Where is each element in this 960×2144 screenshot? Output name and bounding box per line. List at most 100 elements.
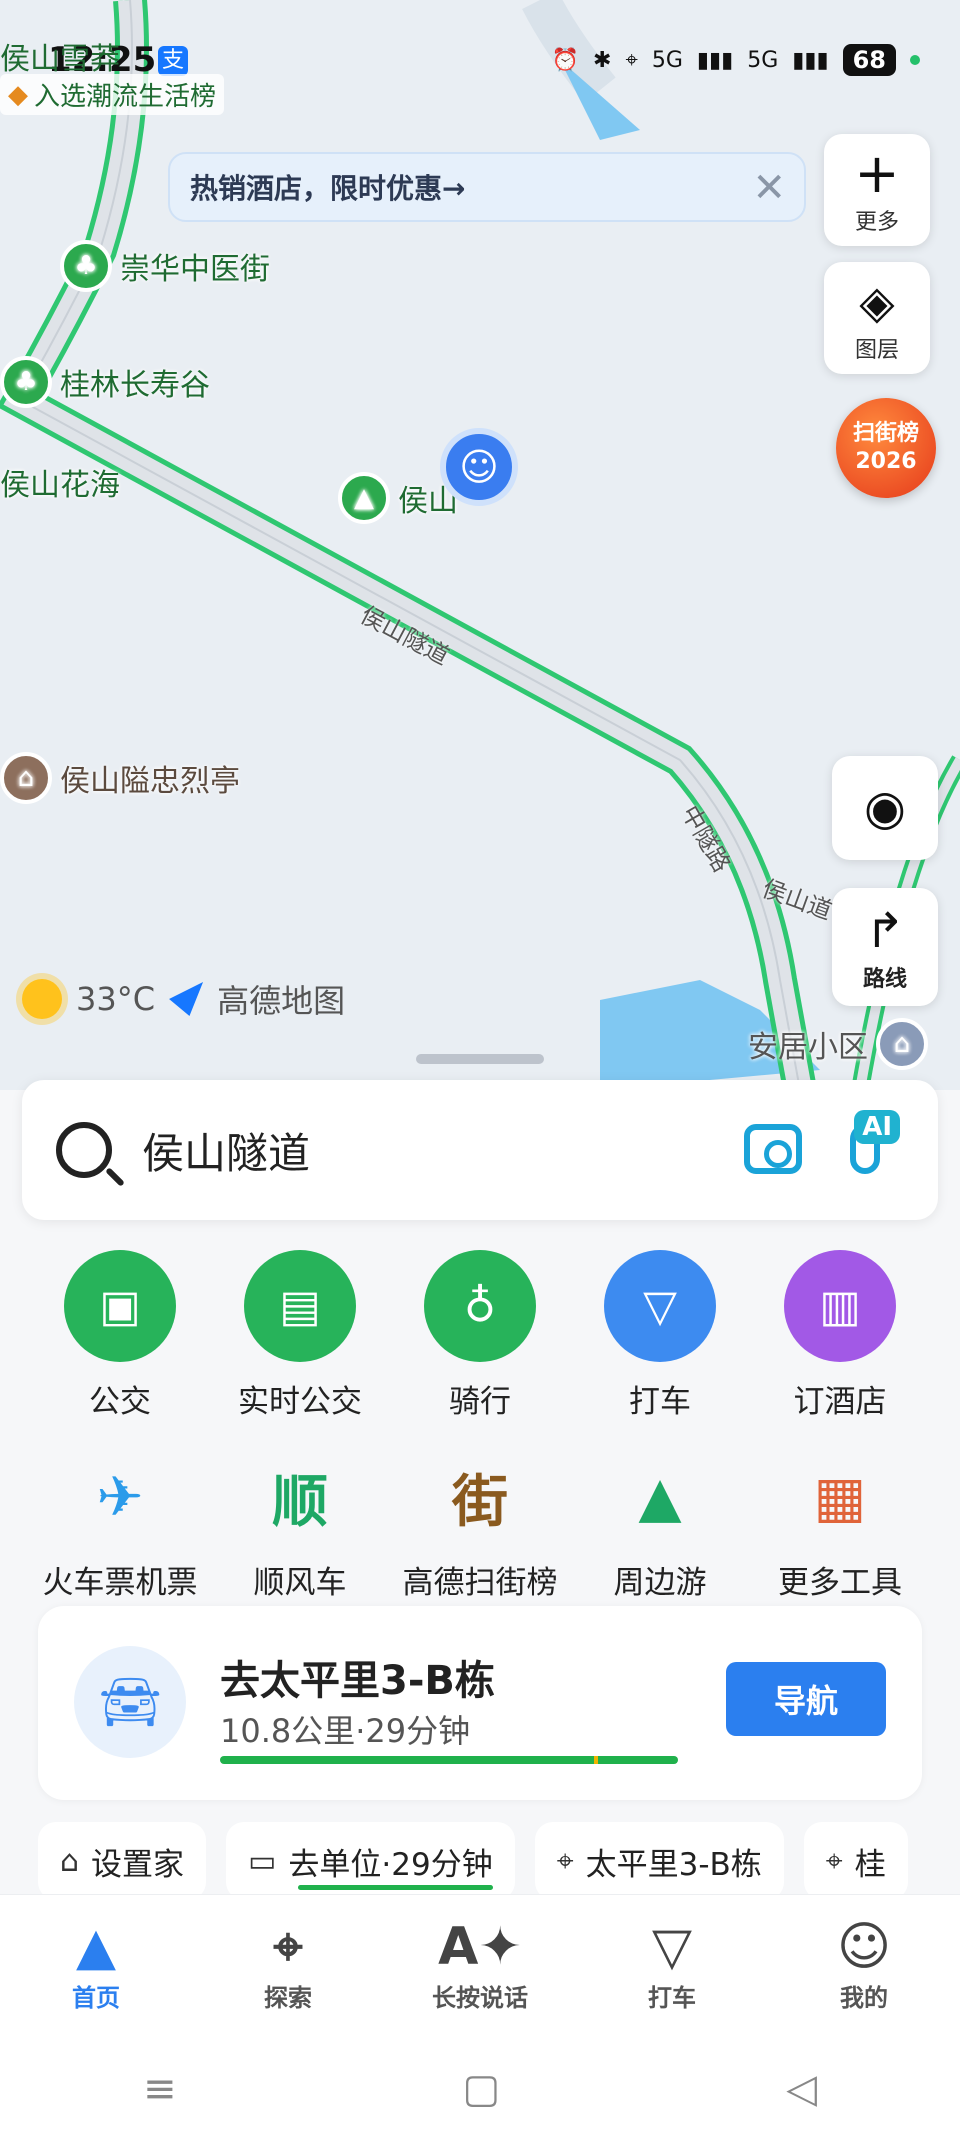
tool-taxi[interactable]: ▽ 打车 bbox=[575, 1250, 745, 1421]
layers-icon: ◈ bbox=[859, 275, 895, 329]
street-rank-icon: 街 bbox=[452, 1469, 508, 1535]
trend-label: 入选潮流生活榜 bbox=[34, 82, 217, 112]
car-icon: 🚘︎ bbox=[74, 1646, 186, 1758]
promo-banner[interactable]: 热销酒店，限时优惠→ ✕ bbox=[168, 152, 806, 222]
explore-pin-icon: ⌖ bbox=[273, 1917, 303, 1977]
back-icon[interactable]: ◁ bbox=[786, 2066, 817, 2112]
route-button[interactable]: ↱ 路线 bbox=[832, 888, 938, 1006]
sheet-drag-handle[interactable] bbox=[416, 1054, 544, 1064]
tool-nearby-tour[interactable]: ▲ 周边游 bbox=[575, 1451, 745, 1602]
bike-icon: ♁ bbox=[424, 1250, 536, 1362]
poi-label: 侯山隘忠烈亭 bbox=[60, 764, 240, 799]
tab-home[interactable]: ▲ 首页 bbox=[16, 1916, 176, 2013]
briefcase-icon: ▭ bbox=[248, 1843, 277, 1879]
amap-logo-icon bbox=[169, 982, 204, 1016]
chip-gui[interactable]: ⌖ 桂 bbox=[803, 1822, 908, 1900]
voice-ai-button[interactable]: AI bbox=[840, 1110, 900, 1184]
chip-to-work[interactable]: ▭ 去单位·29分钟 bbox=[226, 1822, 515, 1900]
layers-label: 图层 bbox=[854, 338, 899, 363]
close-icon[interactable]: ✕ bbox=[752, 168, 786, 208]
poi-changshou[interactable]: ♣ 桂林长寿谷 bbox=[0, 356, 210, 408]
taxi-icon: ▽ bbox=[604, 1250, 716, 1362]
route-arrow-icon: ↱ bbox=[864, 903, 906, 959]
tool-more[interactable]: ▦ 更多工具 bbox=[755, 1451, 925, 1602]
home-arrow-icon: ▲ bbox=[76, 1917, 116, 1977]
badge-line1: 扫街榜 bbox=[852, 421, 919, 446]
home-square-icon[interactable]: ▢ bbox=[462, 2066, 500, 2112]
tool-grid: ▣ 公交 ▤ 实时公交 ♁ 骑行 ▽ 打车 ▥ 订酒店 ✈ 火车票机票 顺 顺风… bbox=[0, 1250, 960, 1602]
more-button[interactable]: + 更多 bbox=[824, 134, 930, 246]
weather-widget[interactable]: 33°C 高德地图 bbox=[22, 976, 345, 1022]
tab-taxi[interactable]: ▽ 打车 bbox=[592, 1916, 752, 2013]
tool-train[interactable]: ✈ 火车票机票 bbox=[35, 1451, 205, 1602]
user-location-avatar[interactable]: ☺ bbox=[440, 428, 518, 506]
poi-huahai[interactable]: 侯山花海 bbox=[0, 460, 120, 504]
brand-name: 高德地图 bbox=[217, 982, 346, 1020]
promo-text: 热销酒店，限时优惠→ bbox=[190, 172, 466, 205]
tree-icon: ♣ bbox=[60, 240, 112, 292]
tool-bus[interactable]: ▣ 公交 bbox=[35, 1250, 205, 1421]
taxi-icon: ▽ bbox=[652, 1917, 692, 1977]
temperature: 33°C bbox=[76, 980, 156, 1018]
tab-voice[interactable]: A✦ 长按说话 bbox=[400, 1916, 560, 2013]
traffic-bar bbox=[220, 1756, 678, 1764]
pin-icon: ⌖ bbox=[825, 1843, 843, 1879]
poi-label: 安居小区 bbox=[748, 1030, 868, 1065]
street-rank-badge[interactable]: 扫街榜 2026 bbox=[836, 398, 936, 498]
search-bar[interactable]: 侯山隧道 AI bbox=[22, 1080, 938, 1220]
chip-set-home[interactable]: ⌂ 设置家 bbox=[38, 1822, 207, 1900]
tool-street-rank[interactable]: 街 高德扫街榜 bbox=[395, 1451, 565, 1602]
trend-icon: ◆ bbox=[8, 79, 28, 110]
bus-icon: ▣ bbox=[64, 1250, 176, 1362]
chip-label: 太平里3-B栋 bbox=[585, 1846, 762, 1883]
realtime-bus-icon: ▤ bbox=[244, 1250, 356, 1362]
tool-ride-share[interactable]: 顺 顺风车 bbox=[215, 1451, 385, 1602]
poi-label: 桂林长寿谷 bbox=[60, 368, 210, 403]
tool-row-2: ✈ 火车票机票 顺 顺风车 街 高德扫街榜 ▲ 周边游 ▦ 更多工具 bbox=[0, 1451, 960, 1602]
more-tools-icon: ▦ bbox=[813, 1464, 867, 1530]
navigate-button[interactable]: 导航 bbox=[726, 1662, 886, 1736]
layers-button[interactable]: ◈ 图层 bbox=[824, 262, 930, 374]
signal-bars-icon: ▮▮▮ bbox=[792, 47, 829, 73]
map-view[interactable]: 12:25 支 ⏰ ✱ ⌖ 5G ▮▮▮ 5G ▮▮▮ 68 侯山雪莽 ◆ 入选潮流… bbox=[0, 0, 960, 1090]
system-nav-bar: ≡ ▢ ◁ bbox=[0, 2034, 960, 2144]
tree-icon: ♣ bbox=[0, 356, 52, 408]
tab-label: 探索 bbox=[264, 1984, 312, 2012]
trend-tag[interactable]: ◆ 入选潮流生活榜 bbox=[0, 74, 225, 115]
status-dot bbox=[910, 55, 920, 65]
locate-button[interactable]: ◉ bbox=[832, 756, 938, 860]
ride-share-icon: 顺 bbox=[272, 1469, 328, 1535]
route-card[interactable]: 🚘︎ 去太平里3-B栋 10.8公里·29分钟 导航 bbox=[38, 1606, 922, 1800]
route-destination: 去太平里3-B栋 bbox=[220, 1658, 495, 1704]
signal-1: 5G bbox=[651, 47, 683, 73]
chip-label: 设置家 bbox=[91, 1846, 185, 1883]
tool-label: 顺风车 bbox=[253, 1565, 347, 1601]
ai-badge: AI bbox=[854, 1110, 900, 1144]
tab-profile[interactable]: ☺ 我的 bbox=[784, 1916, 944, 2013]
pavilion-icon: ⌂ bbox=[0, 752, 52, 804]
chip-taipingli[interactable]: ⌖ 太平里3-B栋 bbox=[534, 1822, 784, 1900]
tool-label: 高德扫街榜 bbox=[402, 1565, 558, 1601]
bluetooth-icon: ✱ bbox=[593, 47, 612, 73]
more-label: 更多 bbox=[854, 210, 899, 235]
badge-line2: 2026 bbox=[855, 449, 917, 474]
tab-label: 打车 bbox=[648, 1984, 696, 2012]
tool-bike[interactable]: ♁ 骑行 bbox=[395, 1250, 565, 1421]
camera-search-icon[interactable] bbox=[744, 1124, 802, 1174]
traffic-slow-segment bbox=[594, 1756, 598, 1764]
map-label-top: 侯山雪莽 bbox=[0, 42, 120, 77]
poi-chonghua[interactable]: ♣ 崇华中医街 bbox=[60, 240, 270, 292]
mountain-icon: ▲ bbox=[338, 472, 390, 524]
poi-lieting[interactable]: ⌂ 侯山隘忠烈亭 bbox=[0, 752, 240, 804]
tab-label: 长按说话 bbox=[432, 1984, 528, 2012]
tool-realtime-bus[interactable]: ▤ 实时公交 bbox=[215, 1250, 385, 1421]
tool-hotel[interactable]: ▥ 订酒店 bbox=[755, 1250, 925, 1421]
tab-explore[interactable]: ⌖ 探索 bbox=[208, 1916, 368, 2013]
status-icons: ⏰ ✱ ⌖ 5G ▮▮▮ 5G ▮▮▮ 68 bbox=[552, 44, 920, 76]
sun-icon bbox=[22, 979, 62, 1019]
poi-houshan[interactable]: ▲ 侯山 bbox=[338, 472, 458, 524]
search-query[interactable]: 侯山隧道 bbox=[142, 1120, 310, 1181]
poi-anju[interactable]: 安居小区 ⌂ bbox=[748, 1018, 936, 1070]
hotel-icon: ▥ bbox=[784, 1250, 896, 1362]
menu-icon[interactable]: ≡ bbox=[143, 2066, 177, 2112]
